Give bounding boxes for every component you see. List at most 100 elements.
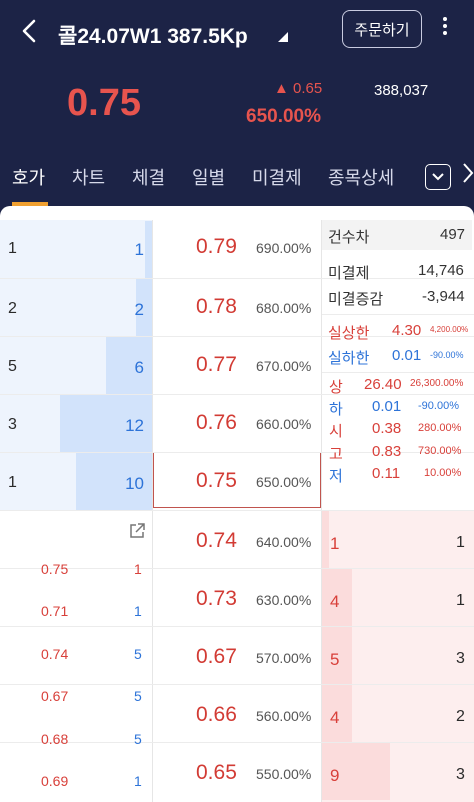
ask-price[interactable]: 0.76 bbox=[196, 411, 237, 435]
open-value: 0.38 bbox=[372, 420, 402, 437]
ask-count: 2 bbox=[8, 300, 17, 317]
tab-daily[interactable]: 일별 bbox=[192, 164, 225, 190]
real-upper-value: 4.30 bbox=[392, 322, 422, 339]
bid-qty: 5 bbox=[330, 650, 340, 669]
ask-price[interactable]: 0.79 bbox=[196, 235, 237, 259]
ask-row[interactable]: 5 6 0.77 670.00% bbox=[0, 336, 474, 394]
chevron-right-icon[interactable] bbox=[462, 162, 474, 190]
bid-qty: 4 bbox=[330, 592, 340, 611]
ask-rate: 660.00% bbox=[256, 416, 312, 432]
bid-row[interactable]: 0.66 560.00% 4 2 bbox=[0, 684, 474, 742]
bid-row[interactable]: 0.74 640.00% 1 1 bbox=[0, 510, 474, 568]
header: 콜24.07W1 387.5Kp 주문하기 0.75 ▲ 0.65 650.00… bbox=[0, 0, 474, 206]
bid-count: 1 bbox=[456, 534, 465, 551]
divider bbox=[0, 394, 474, 395]
trade-price: 0.67 bbox=[41, 688, 69, 704]
bid-rate: 570.00% bbox=[256, 650, 312, 666]
ask-rate: 680.00% bbox=[256, 300, 312, 316]
ask-count: 5 bbox=[8, 358, 17, 375]
tab-open-interest[interactable]: 미결제 bbox=[252, 164, 302, 190]
real-lower-value: 0.01 bbox=[392, 347, 422, 364]
low-label: 저 bbox=[329, 468, 343, 485]
tab-details[interactable]: 종목상세 bbox=[328, 164, 394, 190]
low-value: 0.11 bbox=[372, 465, 401, 482]
divider bbox=[0, 452, 474, 453]
instrument-title[interactable]: 콜24.07W1 387.5Kp bbox=[58, 20, 248, 50]
real-lower-pct: -90.00% bbox=[430, 350, 464, 360]
upper-label: 상 bbox=[329, 379, 343, 396]
bid-price[interactable]: 0.73 bbox=[196, 587, 237, 611]
bid-price[interactable]: 0.66 bbox=[196, 703, 237, 727]
upper-value: 26.40 bbox=[364, 376, 402, 393]
bid-rate: 550.00% bbox=[256, 766, 312, 782]
bid-price[interactable]: 0.74 bbox=[196, 529, 237, 553]
tab-dropdown-button[interactable] bbox=[425, 164, 451, 190]
bid-count: 2 bbox=[456, 708, 465, 725]
open-interest-value: 14,746 bbox=[418, 262, 464, 279]
ask-qty: 12 bbox=[125, 416, 144, 435]
trade-price: 0.68 bbox=[41, 731, 69, 747]
tab-chart[interactable]: 차트 bbox=[72, 164, 105, 190]
trade-qty: 5 bbox=[134, 646, 142, 662]
chevron-left-icon[interactable] bbox=[20, 18, 38, 49]
divider bbox=[322, 372, 474, 373]
divider bbox=[0, 278, 474, 279]
more-vertical-icon[interactable] bbox=[440, 14, 450, 44]
trade-price: 0.71 bbox=[41, 603, 69, 619]
bid-count: 3 bbox=[456, 650, 465, 667]
bid-row[interactable]: 0.67 570.00% 5 3 bbox=[0, 626, 474, 684]
tab-trades[interactable]: 체결 bbox=[132, 164, 165, 190]
ask-row[interactable]: 3 12 0.76 660.00% bbox=[0, 394, 474, 452]
high-pct: 730.00% bbox=[418, 445, 462, 457]
ask-qty: 1 bbox=[134, 240, 144, 259]
divider bbox=[322, 314, 474, 315]
real-upper-label: 실상한 bbox=[328, 325, 370, 342]
ask-price[interactable]: 0.78 bbox=[196, 295, 237, 319]
gunsucha-value: 497 bbox=[440, 226, 466, 243]
bid-count: 3 bbox=[456, 766, 465, 783]
open-interest-label: 미결제 bbox=[328, 265, 370, 282]
dropdown-triangle-icon[interactable] bbox=[277, 30, 289, 48]
price-change: ▲ 0.65 bbox=[274, 80, 323, 97]
upper-pct: 26,300.00% bbox=[410, 378, 464, 389]
high-label: 고 bbox=[329, 446, 343, 463]
lower-label: 하 bbox=[329, 401, 343, 418]
ask-count: 1 bbox=[8, 240, 17, 257]
bid-rate: 640.00% bbox=[256, 534, 312, 550]
high-value: 0.83 bbox=[372, 443, 402, 460]
lower-value: 0.01 bbox=[372, 398, 402, 415]
open-label: 시 bbox=[329, 423, 343, 440]
low-pct: 10.00% bbox=[424, 467, 462, 479]
gunsucha-label: 건수차 bbox=[328, 229, 370, 246]
bid-row[interactable]: 0.65 550.00% 9 3 bbox=[0, 742, 474, 800]
ask-rate: 690.00% bbox=[256, 240, 312, 256]
bid-qty: 4 bbox=[330, 708, 340, 727]
trade-qty: 1 bbox=[134, 561, 142, 577]
bid-qty: 9 bbox=[330, 766, 340, 785]
ask-price[interactable]: 0.77 bbox=[196, 353, 237, 377]
current-price-highlight bbox=[153, 452, 321, 508]
volume: 388,037 bbox=[374, 82, 429, 99]
ask-qty: 10 bbox=[125, 474, 144, 493]
divider bbox=[321, 220, 322, 802]
trade-price: 0.69 bbox=[41, 773, 69, 789]
bid-price[interactable]: 0.67 bbox=[196, 645, 237, 669]
divider bbox=[0, 684, 474, 685]
bid-rate: 630.00% bbox=[256, 592, 312, 608]
tab-bar: 호가 차트 체결 일별 미결제 종목상세 bbox=[0, 160, 474, 206]
bid-price[interactable]: 0.65 bbox=[196, 761, 237, 785]
trade-qty: 5 bbox=[134, 731, 142, 747]
ask-count: 3 bbox=[8, 416, 17, 433]
current-price: 0.75 bbox=[67, 82, 141, 124]
real-upper-pct: 4,200.00% bbox=[430, 325, 469, 334]
ask-qty: 6 bbox=[134, 358, 144, 377]
bid-row[interactable]: 0.73 630.00% 4 1 bbox=[0, 568, 474, 626]
trade-qty: 1 bbox=[134, 603, 142, 619]
lower-pct: -90.00% bbox=[418, 400, 459, 412]
tab-hoga[interactable]: 호가 bbox=[12, 164, 45, 190]
oi-change-value: -3,944 bbox=[422, 288, 465, 305]
trade-price: 0.75 bbox=[41, 561, 69, 577]
bid-rate: 560.00% bbox=[256, 708, 312, 724]
external-link-icon[interactable] bbox=[128, 522, 146, 540]
order-button[interactable]: 주문하기 bbox=[342, 10, 422, 48]
